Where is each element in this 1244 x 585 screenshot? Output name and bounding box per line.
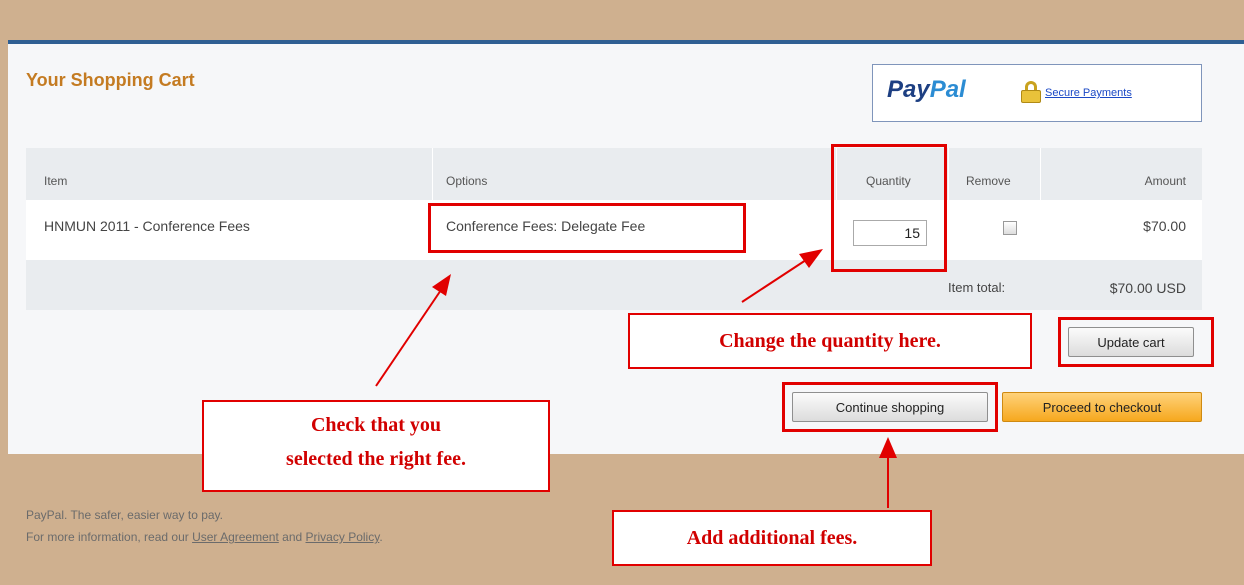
additional-arrow-head (879, 437, 897, 458)
fee-arrow-head (432, 274, 451, 296)
quantity-arrow-line (741, 259, 807, 303)
quantity-arrow-head (799, 249, 823, 268)
annotation-arrows (375, 249, 897, 508)
fee-arrow-line (375, 289, 442, 387)
